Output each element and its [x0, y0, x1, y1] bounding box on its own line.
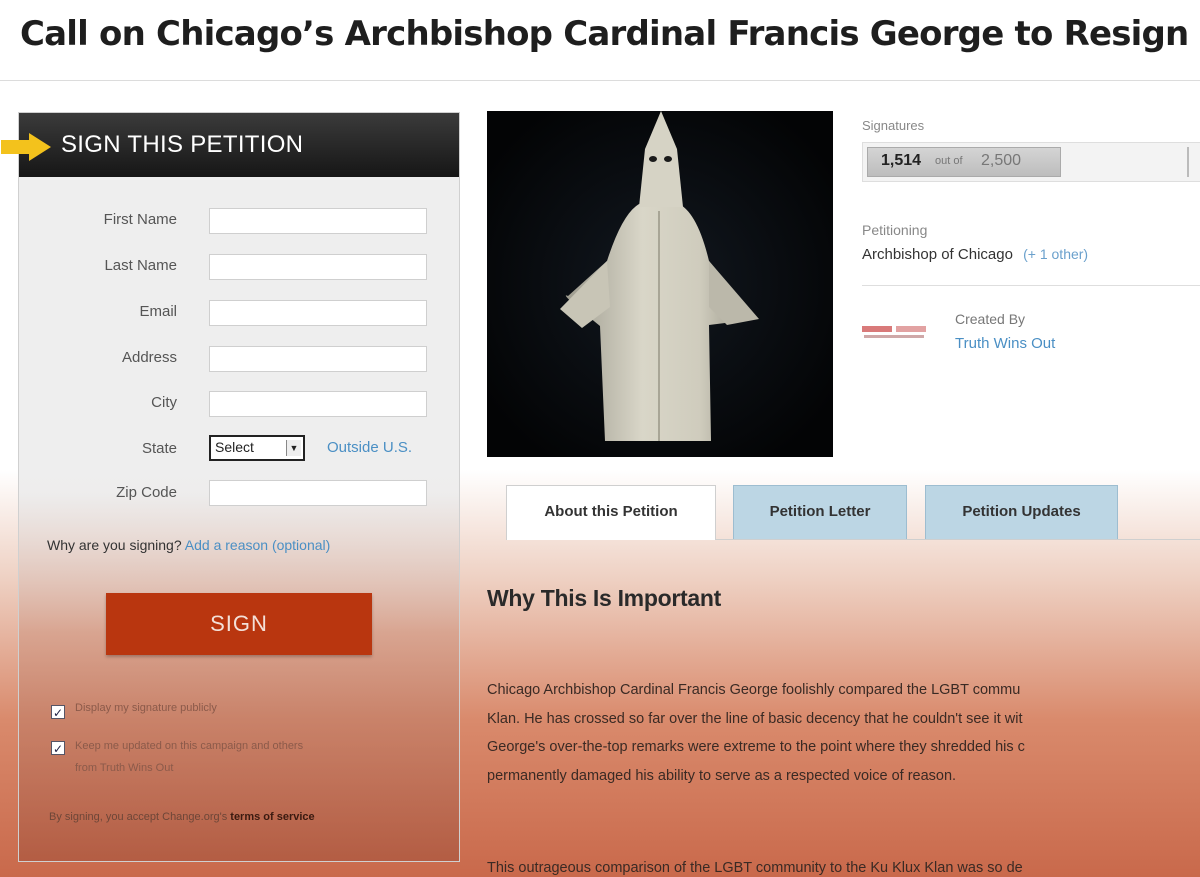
keep-updated-checkbox[interactable]: ✓: [51, 741, 65, 756]
reason-row: Why are you signing? Add a reason (optio…: [47, 537, 330, 553]
petition-body-paragraph: Chicago Archbishop Cardinal Francis Geor…: [487, 676, 1200, 786]
last-name-field[interactable]: [209, 254, 427, 280]
signature-count: 1,514: [881, 152, 922, 169]
city-field[interactable]: [209, 391, 427, 417]
dropdown-arrow-icon: ▼: [286, 440, 301, 456]
display-signature-label: Display my signature publicly: [75, 702, 217, 714]
signature-progress-bar: 1,514 out of 2,500: [862, 142, 1200, 182]
title-divider: [0, 80, 1200, 81]
arrow-right-icon: [1, 133, 51, 161]
signature-out-of: out of: [935, 155, 963, 167]
petition-photo: [487, 111, 833, 457]
tab-about-this-petition[interactable]: About this Petition: [506, 485, 716, 540]
city-label: City: [151, 394, 177, 411]
keep-updated-label: Keep me updated on this campaign and oth…: [75, 735, 303, 779]
first-name-label: First Name: [103, 211, 177, 228]
body-line: Klan. He has crossed so far over the lin…: [487, 710, 1023, 727]
keep-updated-label-line1: Keep me updated on this campaign and oth…: [75, 740, 304, 752]
tab-petition-updates[interactable]: Petition Updates: [925, 485, 1118, 540]
address-label: Address: [121, 349, 177, 366]
outside-us-link[interactable]: Outside U.S.: [327, 439, 412, 456]
body-line: permanently damaged his ability to serve…: [487, 767, 957, 784]
signatures-label: Signatures: [862, 118, 925, 133]
sign-petition-panel: SIGN THIS PETITION First Name Last Name …: [1, 112, 460, 862]
state-select[interactable]: Select ▼: [209, 435, 305, 461]
reason-prompt: Why are you signing?: [47, 537, 182, 553]
email-label: Email: [139, 303, 177, 320]
petitioning-label: Petitioning: [862, 222, 928, 238]
email-field[interactable]: [209, 300, 427, 326]
robed-hooded-figure-image: [487, 111, 833, 457]
signature-goal: 2,500: [981, 152, 1022, 169]
first-name-field[interactable]: [209, 208, 427, 234]
last-name-label: Last Name: [104, 257, 177, 274]
section-heading: Why This Is Important: [487, 585, 721, 612]
sign-panel-header: SIGN THIS PETITION: [19, 113, 459, 177]
address-field[interactable]: [209, 346, 427, 372]
display-signature-checkbox[interactable]: ✓: [51, 705, 65, 720]
terms-prefix: By signing, you accept Change.org's: [49, 811, 228, 823]
state-label: State: [141, 440, 177, 457]
terms-notice: By signing, you accept Change.org's term…: [49, 811, 315, 823]
zip-code-label: Zip Code: [116, 484, 177, 501]
petition-target-name: Archbishop of Chicago: [862, 246, 1013, 263]
state-select-value: Select: [215, 439, 254, 455]
creator-link[interactable]: Truth Wins Out: [955, 335, 1055, 352]
keep-updated-label-line2: from Truth Wins Out: [75, 762, 174, 774]
created-by-label: Created By: [955, 311, 1026, 327]
add-reason-link[interactable]: Add a reason (optional): [185, 537, 331, 553]
creator-logo-icon: [862, 326, 926, 338]
tab-divider: [716, 539, 1200, 540]
petition-body-paragraph-2: This outrageous comparison of the LGBT c…: [487, 860, 1023, 876]
sign-button[interactable]: SIGN: [106, 593, 372, 655]
terms-of-service-link[interactable]: terms of service: [230, 811, 314, 823]
other-targets-link[interactable]: (+ 1 other): [1023, 246, 1088, 262]
tab-petition-letter[interactable]: Petition Letter: [733, 485, 907, 540]
body-line: George's over-the-top remarks were extre…: [487, 739, 1025, 755]
stats-divider: [862, 285, 1200, 286]
zip-code-field[interactable]: [209, 480, 427, 506]
page-title: Call on Chicago’s Archbishop Cardinal Fr…: [20, 14, 1189, 54]
petition-target: Archbishop of Chicago (+ 1 other): [862, 246, 1088, 263]
body-line: Chicago Archbishop Cardinal Francis Geor…: [487, 682, 1021, 698]
progress-bar-end-cap: [1187, 147, 1189, 177]
sign-panel-title: SIGN THIS PETITION: [61, 131, 304, 158]
